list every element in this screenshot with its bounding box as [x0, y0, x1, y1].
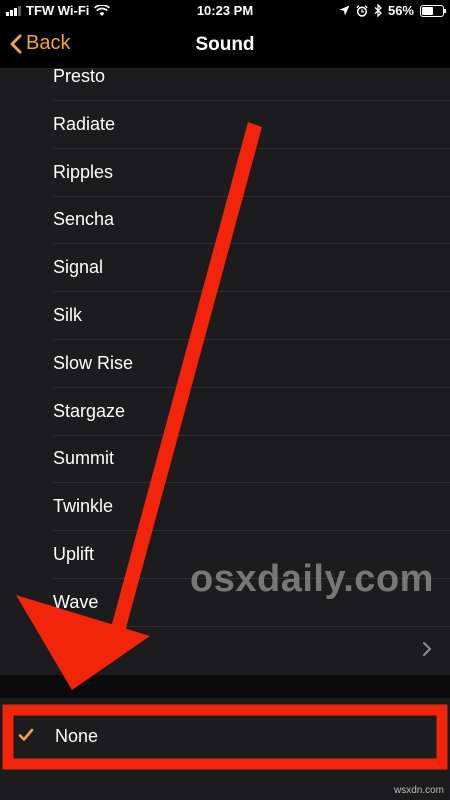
sound-option-label: Classic — [53, 639, 112, 660]
status-bar: TFW Wi-Fi 10:23 PM 56% — [0, 0, 450, 22]
sound-option-label: Presto — [53, 69, 106, 86]
sound-option-label: Uplift — [53, 544, 95, 564]
navigation-bar: Back Sound — [0, 22, 450, 69]
sound-option-label: Radiate — [53, 113, 116, 134]
sound-option-label: Twinkle — [53, 496, 114, 517]
sound-option[interactable]: Classic — [0, 627, 450, 675]
sound-option-label: Slow Rise — [53, 352, 134, 373]
sound-option-label: Ripples — [53, 161, 114, 182]
sound-option-label: Wave — [53, 591, 99, 612]
sound-option-label: Sencha — [53, 209, 115, 230]
chevron-right-icon — [423, 641, 432, 656]
sound-option[interactable]: Radiate — [0, 101, 450, 149]
sound-option[interactable]: Slow Rise — [0, 340, 450, 388]
section-gap — [0, 675, 450, 698]
battery-icon — [420, 4, 446, 17]
sound-option-label: Silk — [53, 305, 83, 325]
status-right: 56% — [339, 3, 446, 18]
bluetooth-icon — [374, 4, 382, 17]
watermark: osxdaily.com — [190, 558, 434, 600]
sound-option-label: Summit — [53, 448, 115, 469]
sound-option[interactable]: Summit — [0, 435, 450, 484]
page-title: Sound — [195, 34, 255, 55]
battery-percent: 56% — [387, 3, 414, 18]
sound-option[interactable]: Twinkle — [0, 483, 450, 532]
credit-text: wsxdn.com — [393, 785, 444, 796]
sound-option-none[interactable]: None — [0, 714, 450, 760]
none-section: None — [0, 698, 450, 800]
location-arrow-icon — [339, 5, 350, 16]
checkmark-icon — [18, 728, 34, 741]
sound-option-label: Signal — [53, 257, 104, 278]
alarm-icon — [356, 4, 368, 17]
sound-option-label: Stargaze — [53, 400, 126, 421]
sound-option[interactable]: Presto — [0, 69, 450, 101]
sound-option[interactable]: Stargaze — [0, 388, 450, 436]
sound-option[interactable]: Silk — [0, 292, 450, 340]
sound-option[interactable]: Sencha — [0, 196, 450, 245]
sound-option[interactable]: Signal — [0, 244, 450, 293]
none-label: None — [55, 726, 99, 746]
sound-option[interactable]: Ripples — [0, 149, 450, 197]
